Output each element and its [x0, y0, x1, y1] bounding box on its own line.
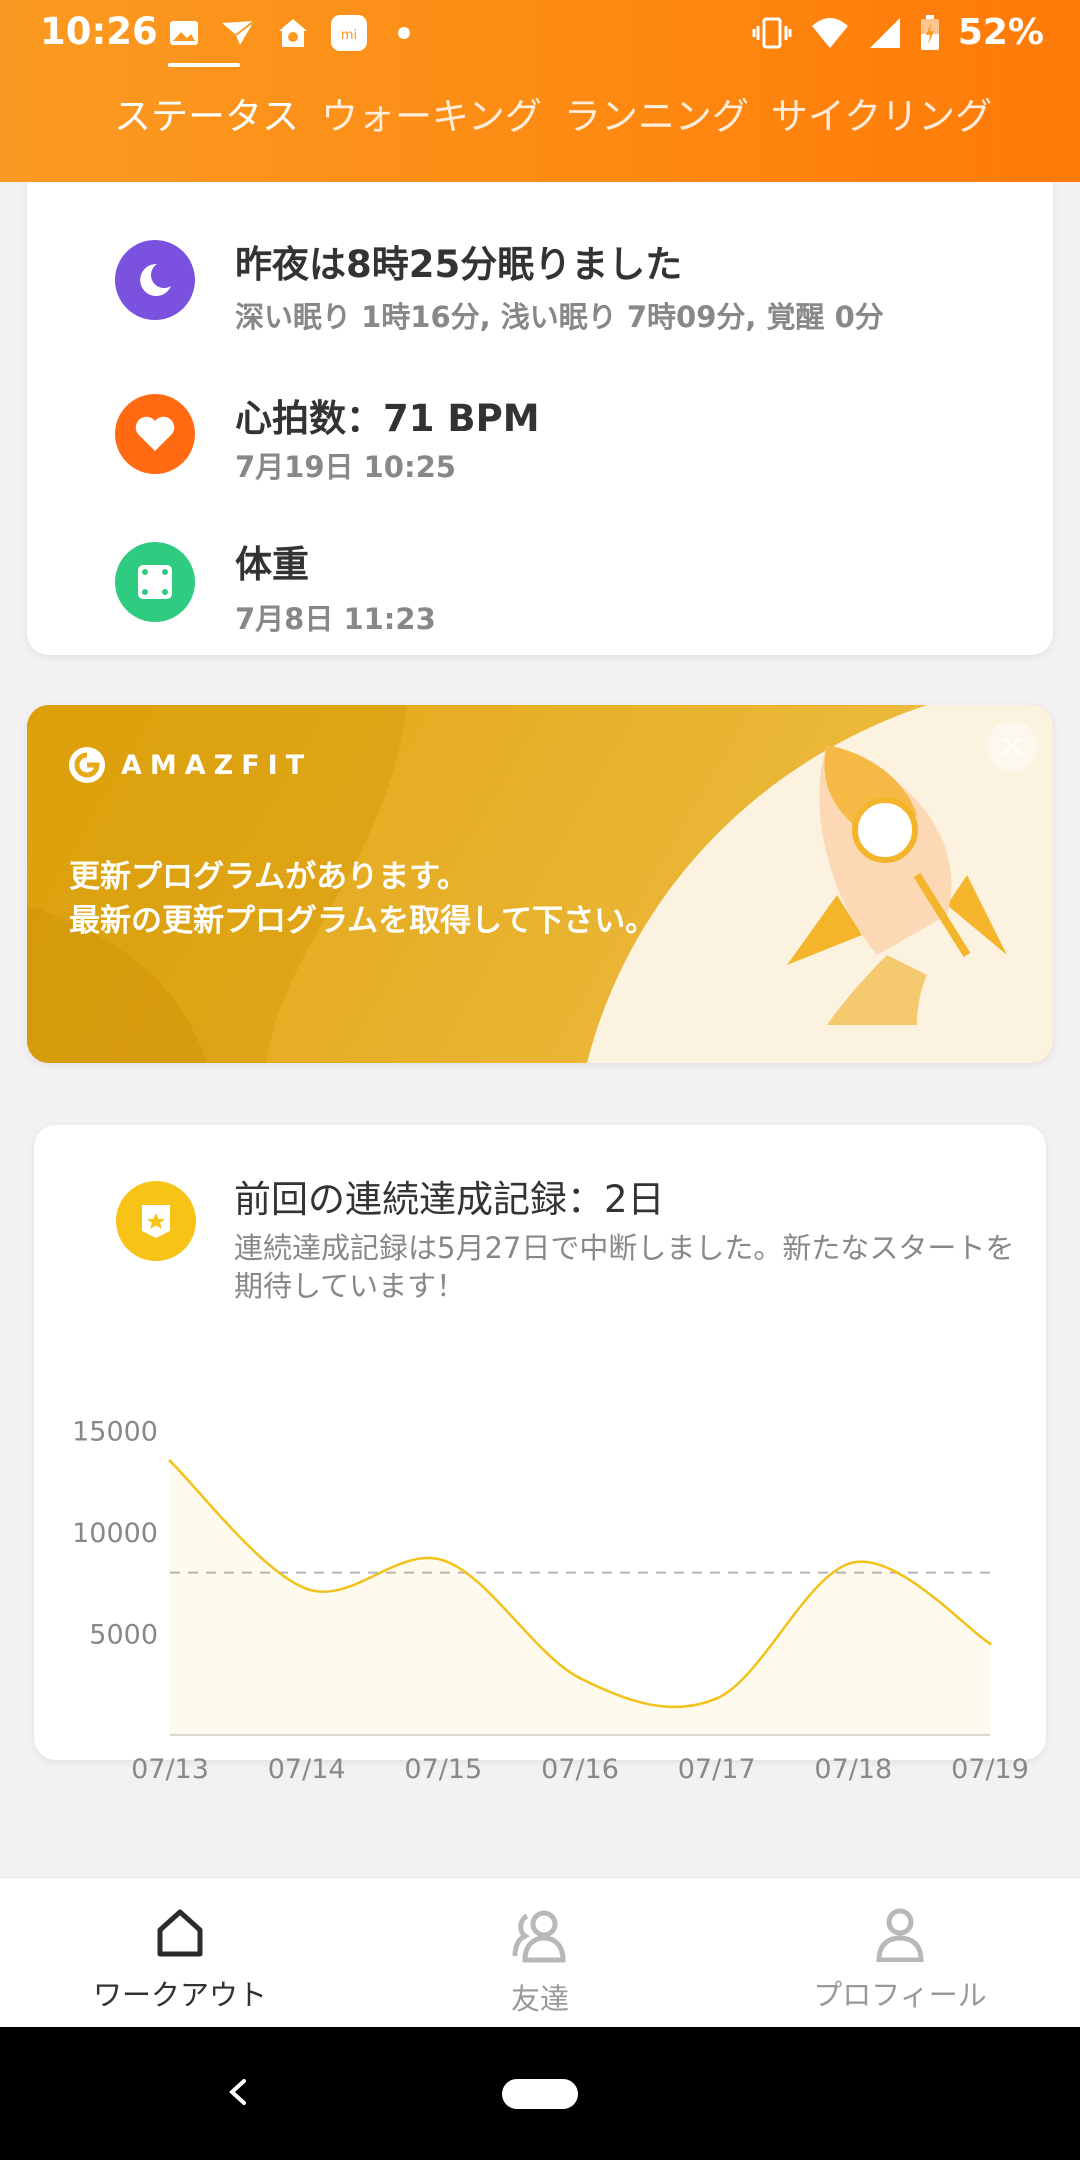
x-tick-label: 07/14 — [268, 1754, 346, 1785]
home-icon — [157, 1909, 203, 1957]
weight-time: 7月8日 11:23 — [235, 602, 436, 636]
bottom-navigation: ワークアウト 友達 プロフィール — [0, 1877, 1080, 2028]
y-tick-label: 10000 — [72, 1518, 158, 1549]
nav-friends[interactable]: 友達 — [390, 1878, 690, 2028]
streak-card[interactable]: 前回の連続達成記録：2日 連続達成記録は5月27日で中断しました。新たなスタート… — [34, 1125, 1046, 1785]
heart-icon — [115, 394, 195, 474]
nav-profile[interactable]: プロフィール — [750, 1878, 1050, 2028]
nav-friends-label: 友達 — [510, 1982, 569, 2016]
steps-point — [441, 1558, 445, 1562]
tab-status[interactable]: ステータス — [114, 86, 299, 140]
mi-icon: mi — [331, 15, 367, 51]
status-bar: 10:26 mi 52% — [0, 0, 1080, 70]
status-underline — [168, 63, 240, 67]
signal-icon — [869, 17, 900, 48]
friends-icon — [512, 1910, 566, 1963]
nav-profile-label: プロフィール — [813, 1978, 987, 2012]
home-pill-button[interactable] — [502, 2079, 578, 2109]
heart-rate-time: 7月19日 10:25 — [235, 450, 456, 484]
tab-cycling[interactable]: サイクリング — [771, 86, 992, 140]
steps-chart: 15000 10000 5000 07/13 07/14 07/15 07/16 07/17 0… — [72, 1416, 1029, 1785]
x-tick-label: 07/15 — [404, 1754, 482, 1785]
back-icon[interactable] — [222, 2067, 250, 2117]
svg-text:mi: mi — [341, 28, 357, 43]
steps-point — [715, 1696, 719, 1700]
x-tick-label: 07/18 — [814, 1754, 892, 1785]
activity-tabs: ステータス ウォーキング ランニング サイクリング — [114, 86, 992, 140]
svg-text:z: z — [163, 264, 169, 277]
notification-dot — [398, 27, 410, 39]
update-message: 更新プログラムがあります。 最新の更新プログラムを取得して下さい。 — [69, 855, 656, 943]
battery-percent: 52% — [957, 12, 1044, 53]
banner-close-button[interactable] — [987, 721, 1037, 771]
steps-point — [305, 1587, 309, 1591]
brand-name: AMAZFIT — [121, 749, 313, 781]
badge-icon — [116, 1181, 196, 1261]
scale-icon — [115, 542, 195, 622]
nav-workout[interactable]: ワークアウト — [30, 1878, 330, 2028]
close-icon — [1003, 737, 1021, 755]
home-app-icon — [279, 19, 307, 47]
profile-icon — [876, 1908, 924, 1962]
streak-title: 前回の連続達成記録：2日 — [234, 1178, 665, 1221]
tab-running[interactable]: ランニング — [564, 86, 749, 140]
vibrate-icon — [752, 17, 792, 48]
weight-row[interactable]: 体重 7月8日 11:23 — [27, 490, 1053, 636]
moon-icon: z — [115, 240, 195, 320]
update-line-2: 最新の更新プログラムを取得して下さい。 — [69, 903, 657, 939]
health-summary-card: z 昨夜は8時25分眠りました 深い眠り 1時16分, 浅い眠り 7時09分, … — [27, 150, 1053, 655]
amazfit-logo: AMAZFIT — [67, 745, 312, 785]
sleep-title: 昨夜は8時25分眠りました — [235, 243, 683, 286]
x-tick-label: 07/19 — [951, 1754, 1029, 1785]
sleep-detail: 深い眠り 1時16分, 浅い眠り 7時09分, 覚醒 0分 — [235, 300, 884, 334]
steps-point — [851, 1560, 855, 1564]
tab-walking[interactable]: ウォーキング — [321, 86, 542, 140]
steps-area — [170, 1460, 990, 1735]
update-banner[interactable]: AMAZFIT 更新プログラムがあります。 最新の更新プログラムを取得して下さい… — [27, 705, 1053, 1063]
update-line-1: 更新プログラムがあります。 — [69, 859, 468, 895]
app-header: 10:26 mi 52% ステータス ウォーキング ランニング サイクリング — [0, 0, 1080, 182]
system-navigation-bar — [0, 2027, 1080, 2160]
steps-point — [578, 1676, 582, 1680]
y-tick-label: 5000 — [89, 1619, 158, 1650]
gallery-icon — [170, 21, 198, 45]
wifi-icon — [811, 17, 848, 48]
status-time: 10:26 — [40, 10, 158, 53]
weight-title: 体重 — [235, 543, 309, 586]
battery-icon — [920, 14, 939, 50]
amazfit-logo-icon — [69, 747, 105, 783]
bird-icon — [222, 20, 255, 45]
steps-point — [988, 1642, 992, 1646]
nav-workout-label: ワークアウト — [92, 1978, 267, 2012]
x-tick-label: 07/13 — [131, 1754, 209, 1785]
x-tick-label: 07/17 — [678, 1754, 756, 1785]
y-tick-label: 15000 — [72, 1416, 158, 1447]
heart-row[interactable]: 心拍数：71 BPM 7月19日 10:25 — [27, 340, 1053, 484]
streak-description: 連続達成記録は5月27日で中断しました。新たなスタートを期待しています！ — [234, 1231, 1015, 1303]
steps-point — [168, 1459, 172, 1463]
x-tick-label: 07/16 — [541, 1754, 619, 1785]
heart-rate-title: 心拍数：71 BPM — [235, 397, 540, 440]
